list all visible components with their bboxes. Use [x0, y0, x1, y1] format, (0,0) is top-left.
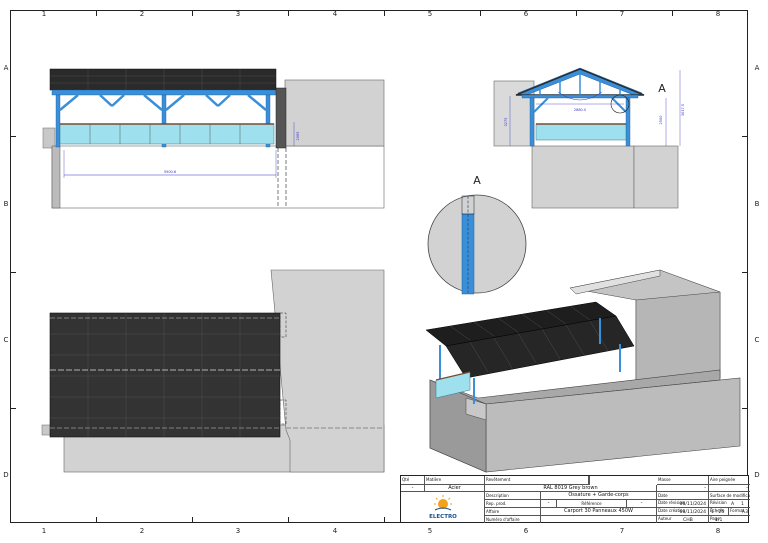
date-creation: Date création 08/11/2024	[657, 508, 709, 516]
revision-num: 1	[741, 502, 744, 507]
qte-label: Qté	[401, 476, 425, 485]
revetement-label: Revêtement	[485, 476, 589, 485]
dim-top-left-height: 2065	[296, 132, 300, 141]
page-value: 1/1	[715, 518, 723, 523]
reference-label: Référence	[557, 500, 627, 508]
description-label: Description	[485, 492, 541, 500]
side-elevation-view: 5900.6 2065	[42, 68, 385, 209]
surface-label: Surface de modification	[709, 493, 750, 500]
dim-front-height-right: 3017.5	[681, 104, 685, 116]
reference-value: -	[627, 500, 657, 508]
echelle-value: 1 : 25	[711, 510, 725, 515]
date-revision-value: 08/11/2024	[679, 502, 706, 507]
echelle: Échelle 1 : 25	[709, 508, 729, 516]
masse-value: -	[657, 485, 709, 492]
dim-front-height-left: 3275	[504, 118, 508, 127]
page: Page 1/1	[709, 516, 750, 523]
auteur-value: CHB	[683, 518, 693, 523]
technical-drawing: 5900.6 2065 A 2880.0 3275 2500 3017.5 A	[41, 67, 741, 473]
aire-value: -	[709, 485, 750, 492]
affaire-value: Carport 30 Panneaux 450W	[541, 508, 657, 516]
auteur-label: Auteur	[658, 516, 672, 521]
isometric-view	[425, 269, 741, 473]
auteur: Auteur CHB	[657, 516, 709, 523]
dim-front-span: 2880.0	[574, 108, 586, 112]
revetement-value: RAL 8019 Grey brown	[485, 485, 657, 492]
rep-label: Rep. prod.	[485, 500, 541, 508]
numero-label: Numéro d'affaire	[485, 516, 541, 523]
revision-label: Révision	[710, 500, 727, 505]
revision-value: A	[731, 502, 735, 507]
logo-text: ELECTRO	[429, 514, 457, 520]
detail-label: A	[473, 174, 481, 187]
qte-value: -	[401, 485, 425, 492]
matiere-label: Matière	[425, 476, 485, 485]
aire-label: Aire peignée	[709, 476, 750, 485]
drawing-sheet: 1 2 3 4 5 6 7 8 1 2 3 4 5 6 7 8 A B C D …	[0, 0, 768, 543]
front-elevation-view: A 2880.0 3275 2500 3017.5	[493, 67, 685, 209]
dim-front-height-mid: 2500	[659, 116, 663, 125]
rep-value: -	[541, 500, 557, 508]
title-block: Qté Matière Revêtement Masse Aire peigné…	[400, 475, 750, 523]
date-revision: Date révision 08/11/2024	[657, 500, 709, 508]
dim-top-left-width: 5900.6	[164, 170, 176, 174]
format-value: A3	[741, 510, 748, 515]
detail-callout-label: A	[658, 82, 666, 95]
format: Format A3	[729, 508, 750, 516]
revision: Révision A 1	[709, 500, 750, 508]
date-label: Date	[657, 492, 709, 500]
affaire-label: Affaire	[485, 508, 541, 516]
date-creation-value: 08/11/2024	[679, 510, 706, 515]
logo-area: ELECTRO	[401, 492, 485, 523]
plan-view	[41, 269, 385, 473]
masse-label: Masse	[657, 476, 709, 485]
description-value: Ossature + Garde-corps	[541, 492, 657, 500]
matiere-value: Acier	[425, 485, 485, 492]
detail-a-view: A	[427, 174, 527, 295]
